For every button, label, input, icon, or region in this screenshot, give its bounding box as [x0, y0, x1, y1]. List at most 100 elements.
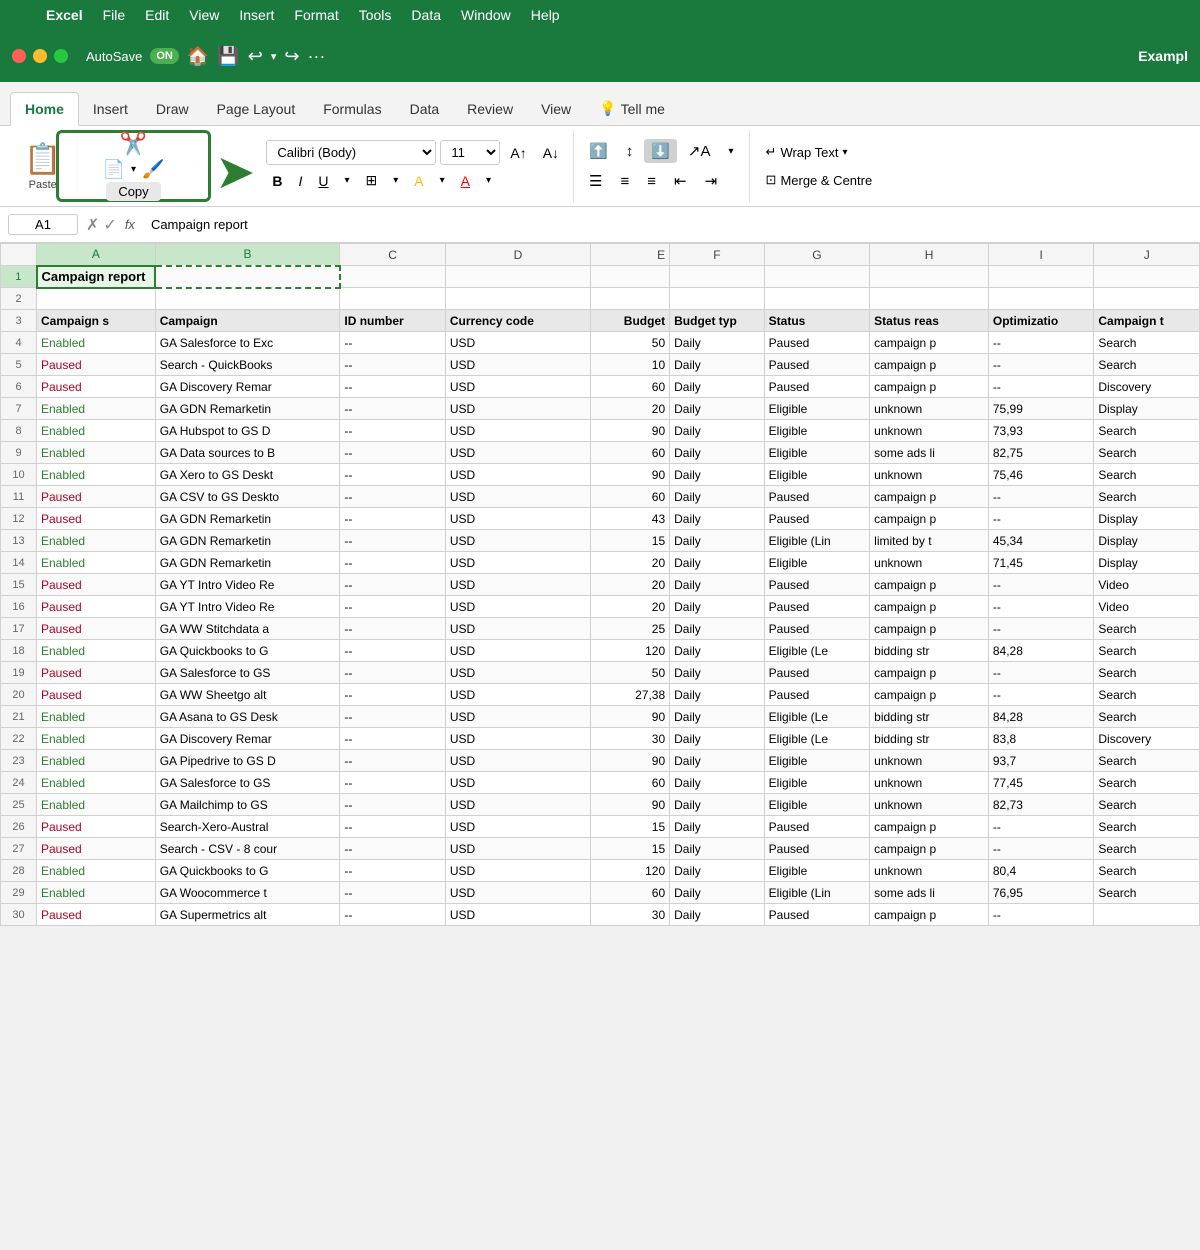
cell-j13[interactable]: Display: [1094, 530, 1200, 552]
cell-i7[interactable]: 75,99: [988, 398, 1094, 420]
cell-e3[interactable]: Budget: [590, 310, 669, 332]
cell-i17[interactable]: --: [988, 618, 1094, 640]
cell-h17[interactable]: campaign p: [870, 618, 989, 640]
cell-b29[interactable]: GA Woocommerce t: [155, 882, 340, 904]
cell-h29[interactable]: some ads li: [870, 882, 989, 904]
cell-e12[interactable]: 43: [590, 508, 669, 530]
cell-a13[interactable]: Enabled: [37, 530, 156, 552]
cell-i11[interactable]: --: [988, 486, 1094, 508]
cell-c2[interactable]: [340, 288, 446, 310]
menu-window[interactable]: Window: [461, 7, 511, 23]
cell-d10[interactable]: USD: [445, 464, 590, 486]
cell-f8[interactable]: Daily: [670, 420, 765, 442]
cell-i23[interactable]: 93,7: [988, 750, 1094, 772]
cell-b8[interactable]: GA Hubspot to GS D: [155, 420, 340, 442]
cell-i26[interactable]: --: [988, 816, 1094, 838]
cell-f19[interactable]: Daily: [670, 662, 765, 684]
cell-c27[interactable]: --: [340, 838, 446, 860]
cell-i16[interactable]: --: [988, 596, 1094, 618]
cut-icon[interactable]: ✂️: [120, 131, 147, 157]
cell-j19[interactable]: Search: [1094, 662, 1200, 684]
cell-j21[interactable]: Search: [1094, 706, 1200, 728]
cell-g7[interactable]: Eligible: [764, 398, 870, 420]
cell-g20[interactable]: Paused: [764, 684, 870, 706]
cell-g14[interactable]: Eligible: [764, 552, 870, 574]
cell-i12[interactable]: --: [988, 508, 1094, 530]
cell-f9[interactable]: Daily: [670, 442, 765, 464]
cell-c20[interactable]: --: [340, 684, 446, 706]
cell-e18[interactable]: 120: [590, 640, 669, 662]
cell-f17[interactable]: Daily: [670, 618, 765, 640]
cell-c16[interactable]: --: [340, 596, 446, 618]
cell-b10[interactable]: GA Xero to GS Deskt: [155, 464, 340, 486]
tab-page-layout[interactable]: Page Layout: [203, 93, 310, 125]
cell-a28[interactable]: Enabled: [37, 860, 156, 882]
tab-tell-me[interactable]: 💡 Tell me: [585, 92, 679, 125]
col-header-e[interactable]: E: [590, 244, 669, 266]
cell-b16[interactable]: GA YT Intro Video Re: [155, 596, 340, 618]
cell-d25[interactable]: USD: [445, 794, 590, 816]
fill-dropdown[interactable]: ▾: [434, 172, 451, 189]
cell-j24[interactable]: Search: [1094, 772, 1200, 794]
cell-e13[interactable]: 15: [590, 530, 669, 552]
cell-i10[interactable]: 75,46: [988, 464, 1094, 486]
cell-f12[interactable]: Daily: [670, 508, 765, 530]
decrease-font-button[interactable]: A↓: [537, 142, 565, 164]
cell-j3[interactable]: Campaign t: [1094, 310, 1200, 332]
italic-button[interactable]: I: [292, 170, 308, 192]
cell-f6[interactable]: Daily: [670, 376, 765, 398]
cell-c4[interactable]: --: [340, 332, 446, 354]
cell-a10[interactable]: Enabled: [37, 464, 156, 486]
cell-h30[interactable]: campaign p: [870, 904, 989, 926]
cell-d20[interactable]: USD: [445, 684, 590, 706]
cell-h13[interactable]: limited by t: [870, 530, 989, 552]
cell-h22[interactable]: bidding str: [870, 728, 989, 750]
cell-c29[interactable]: --: [340, 882, 446, 904]
cell-f30[interactable]: Daily: [670, 904, 765, 926]
cell-e19[interactable]: 50: [590, 662, 669, 684]
cell-h23[interactable]: unknown: [870, 750, 989, 772]
cell-e26[interactable]: 15: [590, 816, 669, 838]
cell-g24[interactable]: Eligible: [764, 772, 870, 794]
cell-j29[interactable]: Search: [1094, 882, 1200, 904]
cell-g15[interactable]: Paused: [764, 574, 870, 596]
cell-f22[interactable]: Daily: [670, 728, 765, 750]
tab-insert[interactable]: Insert: [79, 93, 142, 125]
row-header-30[interactable]: 30: [1, 904, 37, 926]
cell-e11[interactable]: 60: [590, 486, 669, 508]
cell-c17[interactable]: --: [340, 618, 446, 640]
cell-h5[interactable]: campaign p: [870, 354, 989, 376]
cell-g18[interactable]: Eligible (Le: [764, 640, 870, 662]
cell-j4[interactable]: Search: [1094, 332, 1200, 354]
cell-j18[interactable]: Search: [1094, 640, 1200, 662]
align-middle-button[interactable]: ↕: [619, 139, 641, 163]
cell-j20[interactable]: Search: [1094, 684, 1200, 706]
cell-c13[interactable]: --: [340, 530, 446, 552]
font-size-select[interactable]: 11: [440, 140, 500, 165]
cell-g13[interactable]: Eligible (Lin: [764, 530, 870, 552]
border-button[interactable]: ⊞: [360, 169, 384, 192]
cell-e20[interactable]: 27,38: [590, 684, 669, 706]
row-header-11[interactable]: 11: [1, 486, 37, 508]
cell-b14[interactable]: GA GDN Remarketin: [155, 552, 340, 574]
cell-h10[interactable]: unknown: [870, 464, 989, 486]
tab-review[interactable]: Review: [453, 93, 527, 125]
cell-h26[interactable]: campaign p: [870, 816, 989, 838]
font-family-select[interactable]: Calibri (Body): [266, 140, 436, 165]
col-header-a[interactable]: A: [37, 244, 156, 266]
cancel-formula-icon[interactable]: ✗: [86, 215, 99, 235]
redo-button[interactable]: ↪: [284, 46, 299, 67]
cell-i4[interactable]: --: [988, 332, 1094, 354]
cell-d14[interactable]: USD: [445, 552, 590, 574]
fill-color-button[interactable]: A: [408, 170, 429, 192]
underline-dropdown[interactable]: ▾: [339, 172, 356, 189]
cell-e28[interactable]: 120: [590, 860, 669, 882]
cell-a9[interactable]: Enabled: [37, 442, 156, 464]
tab-data[interactable]: Data: [396, 93, 454, 125]
cell-b30[interactable]: GA Supermetrics alt: [155, 904, 340, 926]
align-left-button[interactable]: ☰: [582, 169, 609, 193]
row-header-27[interactable]: 27: [1, 838, 37, 860]
cell-j17[interactable]: Search: [1094, 618, 1200, 640]
merge-center-button[interactable]: ⊡ Merge & Centre: [758, 168, 881, 192]
cell-c3[interactable]: ID number: [340, 310, 446, 332]
